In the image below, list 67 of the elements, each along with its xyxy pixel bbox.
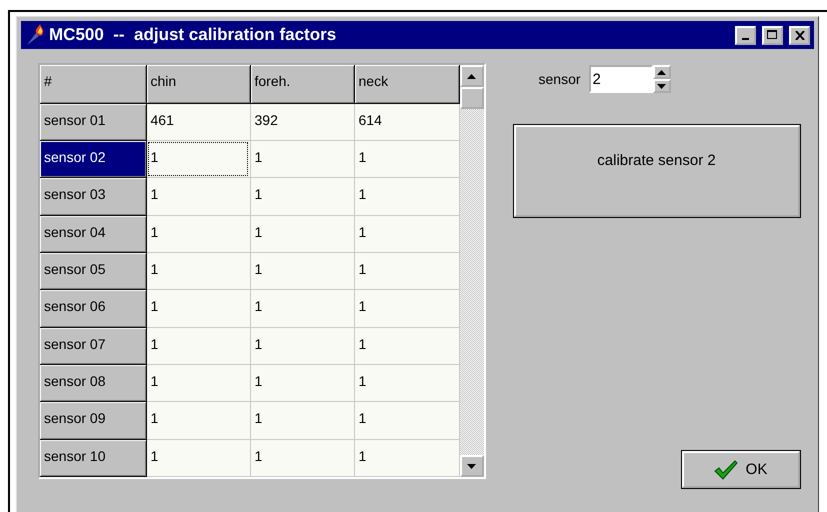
table-cell[interactable]: 1 xyxy=(354,364,459,402)
vertical-scrollbar[interactable] xyxy=(460,65,484,477)
row-header[interactable]: sensor 02 xyxy=(40,140,146,178)
table-cell[interactable]: 1 xyxy=(354,290,459,328)
row-header[interactable]: sensor 09 xyxy=(40,402,146,440)
row-header[interactable]: sensor 06 xyxy=(40,290,146,328)
spin-down-button[interactable] xyxy=(652,79,671,93)
torch-icon xyxy=(25,24,45,46)
table-cell[interactable]: 1 xyxy=(146,364,250,402)
window-title: MC500 -- adjust calibration factors xyxy=(49,25,338,45)
table-cell[interactable]: 392 xyxy=(250,103,354,140)
row-header[interactable]: sensor 07 xyxy=(40,327,146,364)
scroll-down-button[interactable] xyxy=(460,455,484,477)
table-cell[interactable]: 1 xyxy=(354,252,459,290)
table-cell[interactable]: 461 xyxy=(146,103,250,140)
close-icon xyxy=(794,30,804,40)
row-header[interactable]: sensor 04 xyxy=(40,215,146,252)
table-cell[interactable]: 1 xyxy=(146,215,250,252)
table-cell[interactable]: 1 xyxy=(250,402,354,440)
down-arrow-icon xyxy=(467,464,476,468)
table-cell[interactable]: 1 xyxy=(354,140,459,178)
table-cell[interactable]: 1 xyxy=(250,215,354,252)
table-cell[interactable]: 1 xyxy=(354,439,459,476)
table-cell[interactable]: 1 xyxy=(250,252,354,290)
table-cell[interactable]: 1 xyxy=(146,252,250,290)
row-header[interactable]: sensor 10 xyxy=(40,439,146,476)
table-cell[interactable]: 1 xyxy=(146,439,250,476)
minimize-button[interactable] xyxy=(735,26,756,44)
scroll-up-button[interactable] xyxy=(460,65,484,87)
maximize-icon xyxy=(767,30,778,40)
row-header[interactable]: sensor 08 xyxy=(40,364,146,402)
down-arrow-icon xyxy=(657,84,666,88)
up-arrow-icon xyxy=(467,74,476,78)
table-cell[interactable]: 1 xyxy=(146,327,250,364)
column-header: foreh. xyxy=(250,65,354,103)
table-cell[interactable]: 1 xyxy=(146,290,250,328)
row-header[interactable]: sensor 01 xyxy=(40,103,146,140)
ok-button[interactable]: OK xyxy=(682,451,800,488)
table-cell[interactable]: 1 xyxy=(250,178,354,216)
sensor-field[interactable]: 2 xyxy=(588,65,653,93)
spin-up-button[interactable] xyxy=(652,65,671,79)
row-header[interactable]: sensor 03 xyxy=(40,178,146,216)
table-cell[interactable]: 1 xyxy=(146,140,250,178)
table-cell[interactable]: 1 xyxy=(354,327,459,364)
corner-header: # xyxy=(40,65,146,103)
table-cell[interactable]: 614 xyxy=(354,103,459,140)
table-cell[interactable]: 1 xyxy=(146,178,250,216)
table-cell[interactable]: 1 xyxy=(354,215,459,252)
up-arrow-icon xyxy=(657,70,666,74)
table-cell[interactable]: 1 xyxy=(354,178,459,216)
sensor-label: sensor xyxy=(538,71,581,87)
calibrate-button[interactable]: calibrate sensor 2 xyxy=(514,125,800,217)
table-cell[interactable]: 1 xyxy=(146,402,250,440)
scroll-thumb[interactable] xyxy=(460,87,484,109)
table-cell[interactable]: 1 xyxy=(250,290,354,328)
column-header: chin xyxy=(146,65,250,103)
close-button[interactable] xyxy=(789,26,810,44)
table-cell[interactable]: 1 xyxy=(354,402,459,440)
table-cell[interactable]: 1 xyxy=(250,327,354,364)
table-cell[interactable]: 1 xyxy=(250,439,354,476)
row-header[interactable]: sensor 05 xyxy=(40,252,146,290)
checkmark-icon xyxy=(714,460,738,480)
table-cell[interactable]: 1 xyxy=(250,140,354,178)
column-header: neck xyxy=(354,65,459,103)
maximize-button[interactable] xyxy=(762,26,783,44)
minimize-icon xyxy=(742,38,749,40)
table-cell[interactable]: 1 xyxy=(250,364,354,402)
